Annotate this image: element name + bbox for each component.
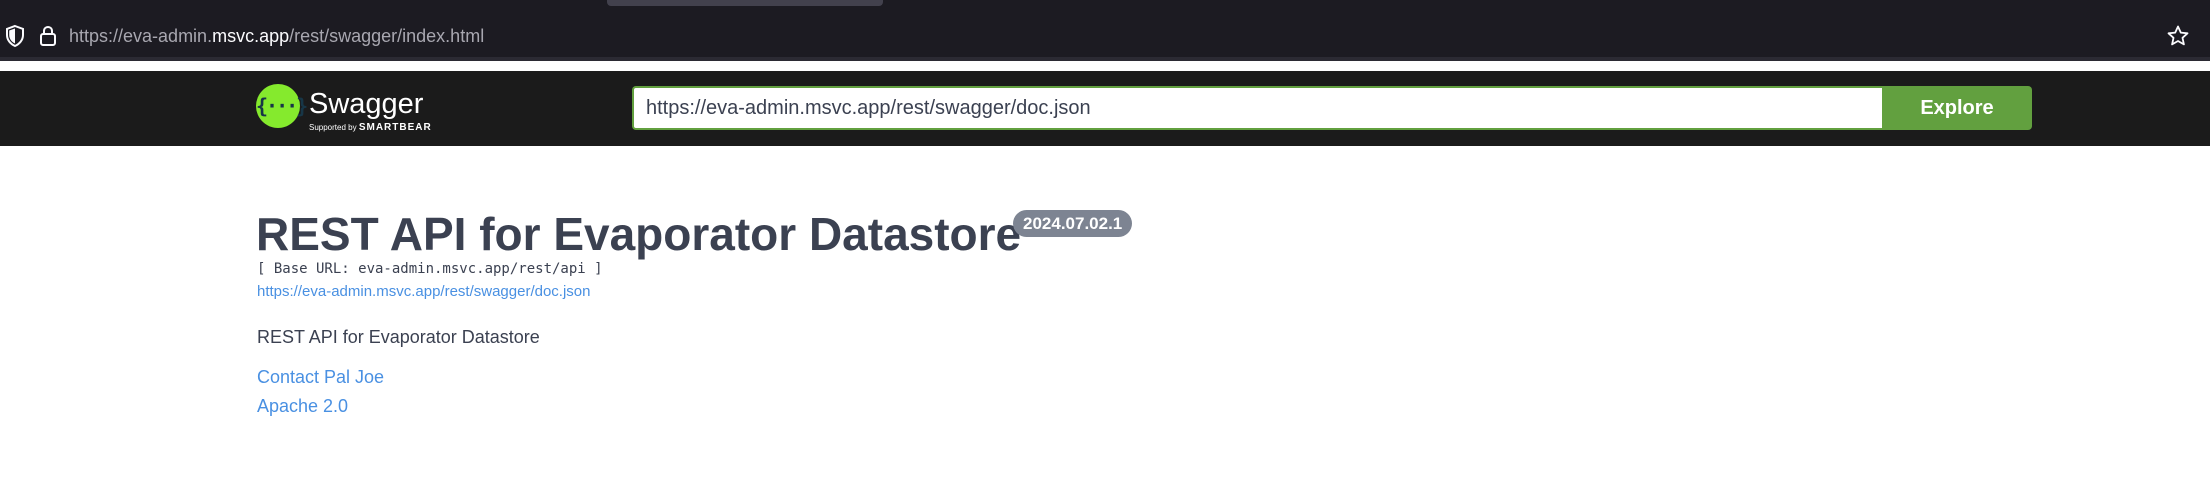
browser-toolbar: https://eva-admin.msvc.app/rest/swagger/… xyxy=(0,13,2210,61)
swagger-logo-text: Swagger xyxy=(309,88,424,120)
swagger-topbar: {···} Swagger Supported by SMARTBEAR Exp… xyxy=(0,71,2210,146)
url-domain: msvc.app xyxy=(212,26,290,46)
swagger-logo-tagline: Supported by SMARTBEAR xyxy=(309,123,432,133)
address-bar-url[interactable]: https://eva-admin.msvc.app/rest/swagger/… xyxy=(69,25,484,47)
browser-tab-strip xyxy=(0,0,2210,13)
api-title: REST API for Evaporator Datastore xyxy=(256,208,1022,260)
contact-link[interactable]: Contact Pal Joe xyxy=(257,367,384,388)
star-icon[interactable] xyxy=(2166,24,2190,48)
base-url: [ Base URL: eva-admin.msvc.app/rest/api … xyxy=(257,261,603,277)
url-prefix: https://eva-admin. xyxy=(69,26,213,46)
swagger-logo-icon[interactable]: {···} xyxy=(256,84,308,128)
spec-json-link[interactable]: https://eva-admin.msvc.app/rest/swagger/… xyxy=(257,283,591,300)
spec-url-input[interactable] xyxy=(632,86,1883,130)
address-bar[interactable]: https://eva-admin.msvc.app/rest/swagger/… xyxy=(0,13,2210,61)
api-description: REST API for Evaporator Datastore xyxy=(257,327,540,347)
url-path: /rest/swagger/index.html xyxy=(289,26,485,46)
version-badge: 2024.07.02.1 xyxy=(1013,210,1133,237)
shield-icon[interactable] xyxy=(4,24,26,48)
tagline-brand: SMARTBEAR xyxy=(358,122,432,133)
explore-button[interactable]: Explore xyxy=(1882,86,2032,130)
license-link[interactable]: Apache 2.0 xyxy=(257,396,348,417)
lock-icon[interactable] xyxy=(38,24,58,48)
browser-active-tab[interactable] xyxy=(607,0,883,6)
tagline-prefix: Supported by xyxy=(309,123,357,132)
